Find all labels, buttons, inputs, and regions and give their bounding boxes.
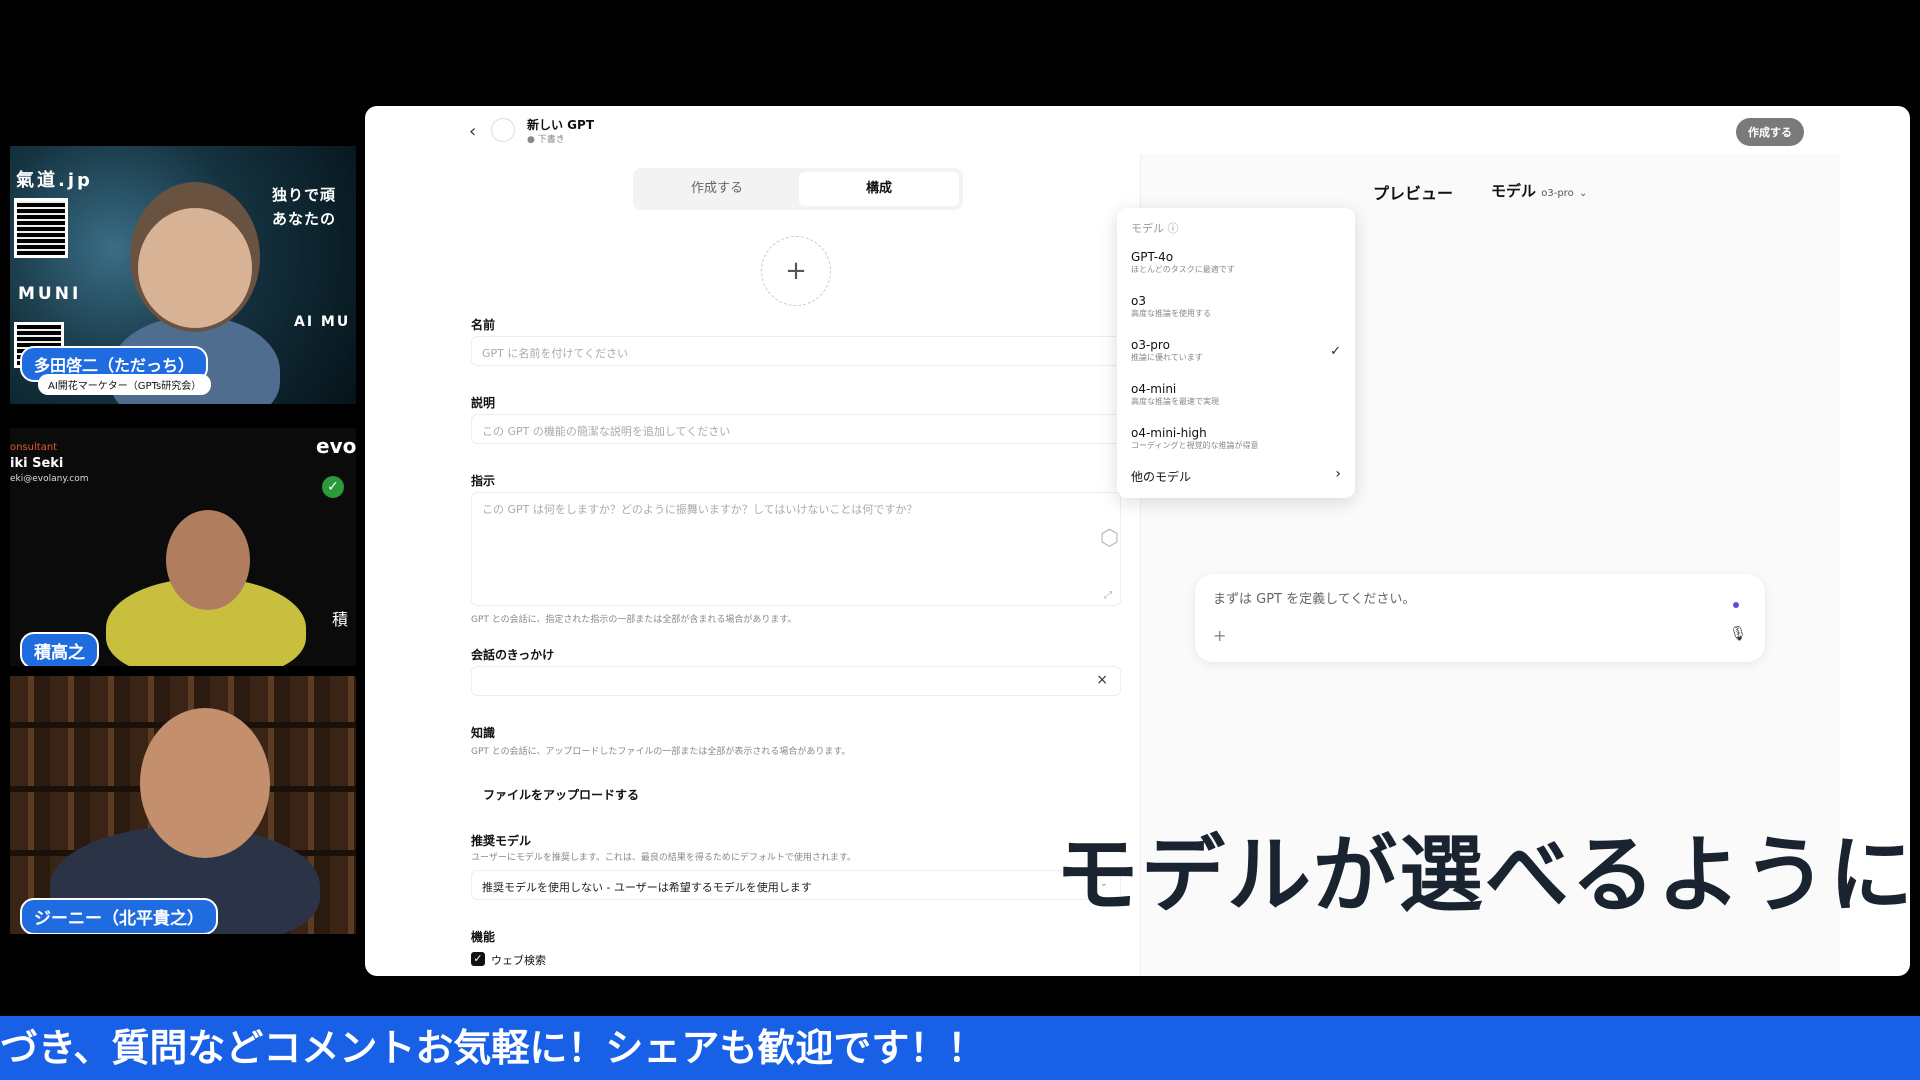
instructions-placeholder: この GPT は何をしますか？どのように振舞いますか？してはいけないことは何です… (482, 503, 918, 516)
video-caption: モデルが選べるように (1055, 826, 1916, 924)
conversation-starters-label: 会話のきっかけ (471, 648, 555, 662)
chevron-right-icon: › (1335, 466, 1341, 482)
model-menu-header: モデル ⓘ (1131, 222, 1179, 235)
recommended-model-hint: ユーザーにモデルを推奨します。これは、最良の結果を得るためにデフォルトで使用され… (471, 853, 857, 863)
video-tile-genie: ジーニー（北平貴之） (10, 676, 356, 934)
model-picker-label: モデル (1491, 182, 1537, 200)
conversation-starter-input[interactable]: × (471, 666, 1121, 696)
video-tile-tada: 氣道.jp MUNI 独りで頑 あなたの AI MU 多田啓二（ただっち） AI… (10, 146, 356, 404)
web-search-label: ウェブ検索 (491, 954, 546, 967)
clear-x-icon[interactable]: × (1096, 672, 1108, 688)
attach-plus-icon[interactable]: + (1213, 626, 1226, 645)
card-name: iki Seki (10, 456, 64, 471)
chevron-down-icon: ⌄ (1578, 188, 1588, 199)
card-role: onsultant (10, 442, 58, 453)
model-option-name: o3 (1131, 294, 1146, 308)
model-option-o3-pro[interactable]: o3-pro 推論に優れています (1131, 338, 1341, 363)
model-option-o4-mini-high[interactable]: o4-mini-high コーディングと視覚的な推論が得意 (1131, 426, 1341, 451)
check-badge-icon: ✓ (322, 476, 344, 498)
description-input[interactable]: この GPT の機能の簡潔な説明を追加してください (471, 414, 1121, 444)
gpt-name-title: 新しい GPT (527, 118, 595, 132)
title-tag-tada: AI開花マーケター（GPTs研究会） (38, 374, 212, 395)
capabilities-label: 機能 (471, 930, 496, 944)
recommended-model-select[interactable]: 推奨モデルを使用しない - ユーザーは希望するモデルを使用します ⌄ (471, 870, 1121, 900)
overlay-text-right-mid: あなたの (272, 210, 337, 228)
model-option-gpt-4o[interactable]: GPT-4o ほとんどのタスクに最適です (1131, 250, 1341, 275)
recommended-model-value: 推奨モデルを使用しない - ユーザーは希望するモデルを使用します (482, 881, 812, 894)
participant-face (140, 708, 270, 858)
participant-face (138, 208, 252, 328)
more-models-item[interactable]: 他のモデル (1131, 468, 1191, 485)
microphone-icon[interactable]: 🎙 (1729, 626, 1747, 642)
knowledge-label: 知識 (471, 726, 496, 740)
model-picker-current: o3-pro (1541, 188, 1574, 199)
model-option-o4-mini[interactable]: o4-mini 高度な推論を最速で実現 (1131, 382, 1341, 407)
overlay-text-kido: 氣道.jp (16, 170, 93, 191)
model-option-name: o3-pro (1131, 338, 1170, 352)
video-tile-seki: onsultant iki Seki eki@evolany.com evo ✓… (10, 428, 356, 666)
side-char: 積 (332, 610, 349, 629)
builder-tabs: 作成する 構成 (633, 168, 963, 210)
model-picker[interactable]: モデル o3-pro ⌄ (1491, 180, 1587, 201)
model-option-desc: 高度な推論を使用する (1131, 309, 1211, 318)
tab-configure[interactable]: 構成 (799, 172, 959, 206)
overlay-text-ai-mu: AI MU (294, 314, 351, 330)
overlay-text-right-top: 独りで頑 (272, 186, 337, 204)
model-option-name: GPT-4o (1131, 250, 1174, 264)
instructions-label: 指示 (471, 474, 496, 488)
name-tag-genie: ジーニー（北平貴之） (20, 898, 218, 934)
evo-logo: evo (316, 434, 356, 458)
model-option-desc: 推論に優れています (1131, 353, 1203, 362)
model-option-desc: ほとんどのタスクに最適です (1131, 265, 1235, 274)
gpt-avatar[interactable] (491, 118, 515, 142)
create-button[interactable]: 作成する (1736, 118, 1804, 146)
comment-ticker: づき、質問などコメントお気軽に！シェアも歓迎です！！ (0, 1016, 1920, 1080)
participant-face (166, 510, 250, 610)
knowledge-hint: GPT との会話に、アップロードしたファイルの一部または全部が表示される場合があ… (471, 747, 851, 757)
back-chevron-left-icon[interactable]: ‹ (469, 121, 476, 142)
model-option-o3[interactable]: o3 高度な推論を使用する (1131, 294, 1341, 319)
draft-status: ● 下書き (527, 135, 565, 145)
name-tag-seki: 積高之 (20, 632, 99, 666)
name-label: 名前 (471, 318, 496, 332)
description-label: 説明 (471, 396, 496, 410)
recommended-model-label: 推奨モデル (471, 834, 532, 848)
tab-create[interactable]: 作成する (637, 172, 797, 206)
model-option-desc: 高度な推論を最速で実現 (1131, 397, 1219, 406)
card-email: eki@evolany.com (10, 474, 89, 484)
web-search-checkbox[interactable]: ✓ (471, 952, 485, 966)
resize-expand-icon[interactable]: ⤢ (1104, 590, 1112, 601)
cube-icon: ⬡ (1100, 526, 1120, 551)
model-option-name: o4-mini (1131, 382, 1177, 396)
model-dropdown-menu: モデル ⓘ GPT-4o ほとんどのタスクに最適です o3 高度な推論を使用する… (1117, 208, 1355, 498)
upload-files-button[interactable]: ファイルをアップロードする (471, 778, 651, 811)
preview-composer[interactable]: まずは GPT を定義してください。 + 🎙 (1195, 574, 1765, 662)
selected-check-icon: ✓ (1330, 344, 1341, 359)
add-image-plus-icon[interactable]: + (761, 236, 831, 306)
status-dot-icon (1733, 602, 1739, 608)
model-option-name: o4-mini-high (1131, 426, 1207, 440)
overlay-text-muni: MUNI (18, 284, 82, 304)
config-pane: 作成する 構成 + 名前 GPT に名前を付けてください 説明 この GPT の… (365, 154, 1140, 976)
model-option-desc: コーディングと視覚的な推論が得意 (1131, 441, 1259, 450)
instructions-hint: GPT との会話に、指定された指示の一部または全部が含まれる場合があります。 (471, 615, 797, 625)
instructions-textarea[interactable]: この GPT は何をしますか？どのように振舞いますか？してはいけないことは何です… (471, 492, 1121, 606)
preview-title: プレビュー (1373, 184, 1454, 203)
qr-code-icon (14, 198, 68, 258)
name-input[interactable]: GPT に名前を付けてください (471, 336, 1121, 366)
composer-placeholder: まずは GPT を定義してください。 (1213, 592, 1416, 607)
